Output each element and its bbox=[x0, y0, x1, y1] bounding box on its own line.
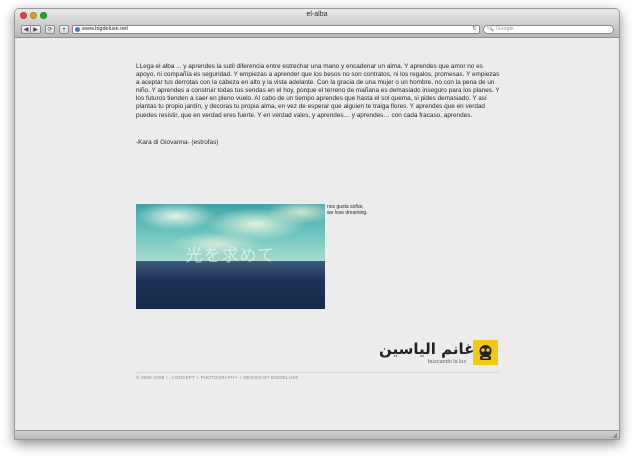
sea-area bbox=[136, 261, 325, 309]
photo-caption: nos gusta soñar, we love dreaming. bbox=[327, 204, 368, 216]
forward-arrow-icon: ▶ bbox=[33, 26, 38, 33]
status-bar: ◢ bbox=[15, 430, 619, 439]
photo-overlay-text: 光を求めて bbox=[185, 246, 276, 266]
footer-credits: © 2006-2008 ::: CONCEPT + PHOTOGRAPHY + … bbox=[136, 375, 299, 380]
search-placeholder: Google bbox=[496, 26, 514, 32]
search-field[interactable]: 🔍 Google bbox=[483, 25, 614, 34]
reload-button[interactable]: ⟳ bbox=[45, 25, 55, 34]
browser-toolbar: ◀ ▶ ⟳ + www.bigdeluxe.net ↻ 🔍 Google bbox=[15, 23, 619, 38]
url-text[interactable]: www.bigdeluxe.net bbox=[82, 26, 128, 33]
title-bar: el-alba bbox=[15, 9, 619, 23]
address-bar[interactable]: www.bigdeluxe.net ↻ bbox=[72, 25, 480, 34]
logo-arabic-text: غانم الياسين bbox=[379, 340, 475, 358]
logo-mark-icon[interactable] bbox=[473, 340, 498, 365]
back-arrow-icon: ◀ bbox=[23, 26, 29, 33]
forward-button[interactable]: ▶ bbox=[31, 25, 41, 34]
page-content: LLega el alba ... y aprendes la sutil di… bbox=[15, 38, 619, 430]
footer-divider bbox=[136, 372, 499, 373]
back-button[interactable]: ◀ bbox=[21, 25, 31, 34]
plus-icon: + bbox=[61, 26, 67, 33]
browser-window: el-alba ◀ ▶ ⟳ + www.bigdeluxe.net ↻ 🔍 Go… bbox=[14, 8, 620, 440]
url-reload-icon[interactable]: ↻ bbox=[472, 26, 477, 33]
search-icon: 🔍 bbox=[487, 26, 494, 32]
logo-subtitle: buscando la luz bbox=[428, 359, 467, 365]
add-bookmark-button[interactable]: + bbox=[59, 25, 69, 34]
sky-sea-photo: 光を求めて bbox=[136, 204, 325, 309]
favicon-icon bbox=[75, 27, 80, 32]
poem-text: LLega el alba ... y aprendes la sutil di… bbox=[136, 63, 500, 119]
author-credit: -Kara di Giovanna- (estrofas) bbox=[136, 139, 219, 146]
window-title: el-alba bbox=[306, 11, 328, 18]
resize-grip-icon[interactable]: ◢ bbox=[612, 432, 617, 439]
caption-line-2: we love dreaming. bbox=[327, 210, 368, 216]
reload-icon: ⟳ bbox=[47, 26, 53, 33]
